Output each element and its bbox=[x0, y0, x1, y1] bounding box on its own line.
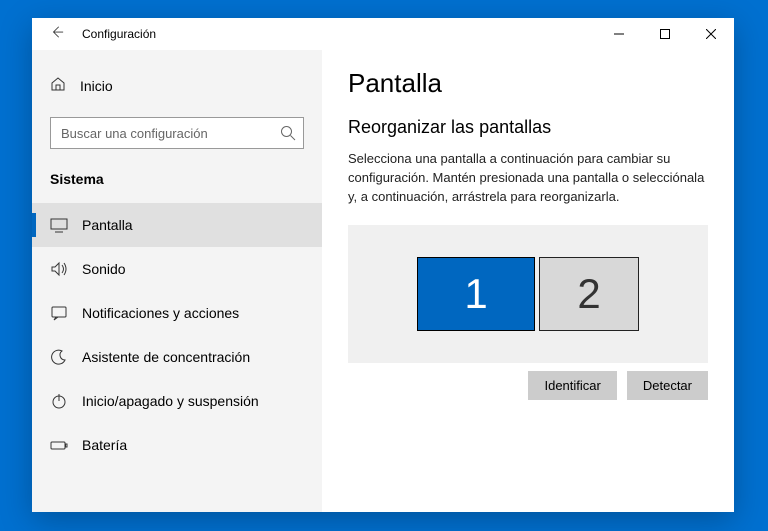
monitor-label: 2 bbox=[577, 270, 600, 318]
nav-label: Notificaciones y acciones bbox=[82, 305, 239, 321]
home-icon bbox=[50, 76, 66, 95]
display-icon bbox=[50, 216, 68, 234]
nav-list: Pantalla Sonido Notificaciones y accione… bbox=[32, 203, 322, 467]
section-description: Selecciona una pantalla a continuación p… bbox=[348, 150, 708, 207]
nav-item-focus[interactable]: Asistente de concentración bbox=[32, 335, 322, 379]
app-title: Configuración bbox=[82, 27, 156, 41]
monitor-label: 1 bbox=[464, 270, 487, 318]
monitor-2[interactable]: 2 bbox=[539, 257, 639, 331]
monitor-1[interactable]: 1 bbox=[417, 257, 535, 331]
nav-label: Sonido bbox=[82, 261, 126, 277]
main-panel: Pantalla Reorganizar las pantallas Selec… bbox=[322, 50, 734, 512]
search-box bbox=[50, 117, 304, 149]
back-icon[interactable] bbox=[50, 25, 64, 44]
display-arrangement-area: 1 2 bbox=[348, 225, 708, 363]
minimize-button[interactable] bbox=[596, 18, 642, 50]
section-title: Sistema bbox=[32, 167, 322, 203]
action-row: Identificar Detectar bbox=[348, 371, 708, 400]
nav-item-sound[interactable]: Sonido bbox=[32, 247, 322, 291]
search-icon bbox=[280, 125, 296, 141]
detect-button[interactable]: Detectar bbox=[627, 371, 708, 400]
nav-item-power[interactable]: Inicio/apagado y suspensión bbox=[32, 379, 322, 423]
sidebar: Inicio Sistema Pantalla bbox=[32, 50, 322, 512]
titlebar: Configuración bbox=[32, 18, 734, 50]
home-label: Inicio bbox=[80, 78, 113, 94]
nav-label: Inicio/apagado y suspensión bbox=[82, 393, 259, 409]
identify-button[interactable]: Identificar bbox=[528, 371, 616, 400]
search-input[interactable] bbox=[50, 117, 304, 149]
maximize-button[interactable] bbox=[642, 18, 688, 50]
nav-item-display[interactable]: Pantalla bbox=[32, 203, 322, 247]
nav-label: Asistente de concentración bbox=[82, 349, 250, 365]
section-subtitle: Reorganizar las pantallas bbox=[348, 117, 708, 138]
battery-icon bbox=[50, 436, 68, 454]
notifications-icon bbox=[50, 304, 68, 322]
nav-item-notifications[interactable]: Notificaciones y acciones bbox=[32, 291, 322, 335]
nav-item-battery[interactable]: Batería bbox=[32, 423, 322, 467]
close-button[interactable] bbox=[688, 18, 734, 50]
home-link[interactable]: Inicio bbox=[32, 68, 322, 103]
nav-label: Batería bbox=[82, 437, 127, 453]
moon-icon bbox=[50, 348, 68, 366]
power-icon bbox=[50, 392, 68, 410]
nav-label: Pantalla bbox=[82, 217, 133, 233]
settings-window: Configuración Inicio bbox=[32, 18, 734, 512]
sound-icon bbox=[50, 260, 68, 278]
page-title: Pantalla bbox=[348, 68, 708, 99]
